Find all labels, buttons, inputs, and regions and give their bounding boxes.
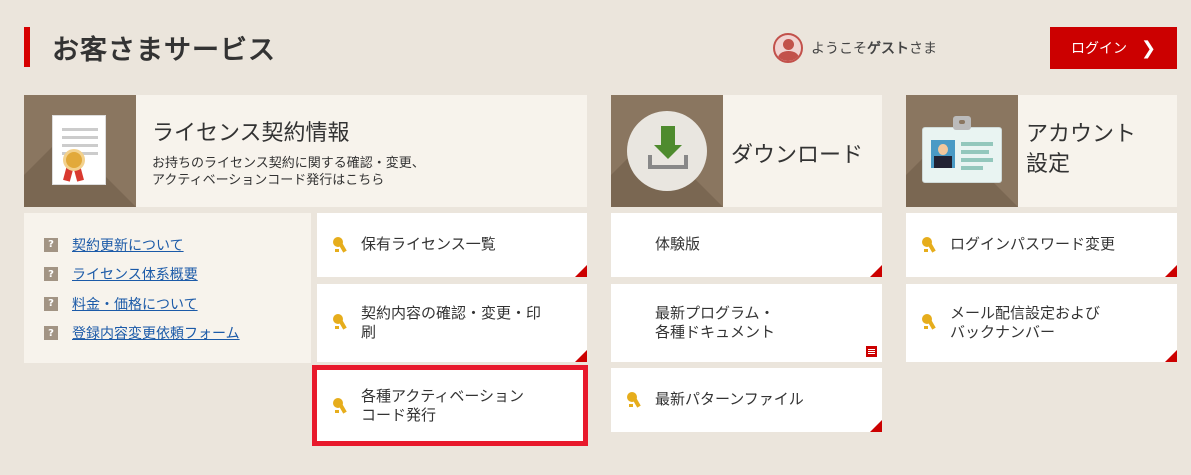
welcome-suffix: さま	[909, 41, 937, 57]
login-button-label: ログイン	[1070, 41, 1127, 57]
tile-contract-details[interactable]: 契約内容の確認・変更・印 刷	[317, 284, 587, 362]
corner-marker	[870, 265, 882, 277]
faq-item: ? 契約更新について	[44, 230, 240, 260]
account-title-line2: 設定	[1026, 152, 1071, 177]
tile-label: 契約内容の確認・変更・印 刷	[361, 304, 541, 342]
tile-label: 保有ライセンス一覧	[361, 235, 496, 253]
download-icon	[611, 95, 723, 207]
corner-marker	[1165, 350, 1177, 362]
key-icon	[922, 237, 938, 253]
page-title: お客さまサービス	[52, 35, 276, 66]
faq-item: ? ライセンス体系概要	[44, 260, 240, 290]
key-icon	[333, 314, 349, 330]
tile-label: 最新パターンファイル	[655, 390, 804, 408]
license-description: お持ちのライセンス契約に関する確認・変更、 アクティベーションコード発行はこちら	[152, 155, 425, 189]
tile-label-line1: 各種アクティベーション	[361, 387, 525, 405]
certificate-icon	[24, 95, 136, 207]
tile-label-line2: コード発行	[361, 406, 437, 424]
question-icon: ?	[44, 237, 58, 252]
license-desc-line2: アクティベーションコード発行はこちら	[152, 173, 385, 188]
corner-marker	[1165, 265, 1177, 277]
tile-label-line1: 最新プログラム・	[655, 304, 775, 322]
tile-label: ログインパスワード変更	[950, 235, 1116, 253]
tile-latest-program[interactable]: 最新プログラム・ 各種ドキュメント	[611, 284, 882, 362]
welcome-name: ゲスト	[867, 41, 909, 57]
tile-pattern-file[interactable]: 最新パターンファイル	[611, 368, 882, 432]
faq-item: ? 登録内容変更依頼フォーム	[44, 319, 240, 349]
license-faq-box: ? 契約更新について ? ライセンス体系概要 ? 料金・価格について ? 登録内容変更依…	[24, 213, 311, 363]
download-title: ダウンロード	[731, 143, 864, 168]
question-icon: ?	[44, 296, 58, 311]
welcome-message: ようこそ ゲスト さま	[773, 33, 937, 63]
account-title: アカウント 設定	[1026, 120, 1136, 180]
faq-link-pricing[interactable]: 料金・価格について	[72, 294, 198, 314]
login-button[interactable]: ログイン ❯	[1050, 27, 1177, 69]
download-panel-header: ダウンロード	[611, 95, 882, 207]
corner-marker	[575, 350, 587, 362]
license-title: ライセンス契約情報	[152, 121, 350, 146]
tile-label: メール配信設定および バックナンバー	[950, 304, 1100, 342]
tile-label-line1: メール配信設定および	[950, 304, 1101, 322]
tile-owned-licenses[interactable]: 保有ライセンス一覧	[317, 213, 587, 277]
tile-trial[interactable]: 体験版	[611, 213, 882, 277]
tile-mail-settings[interactable]: メール配信設定および バックナンバー	[906, 284, 1177, 362]
tile-label: 各種アクティベーション コード発行	[361, 387, 524, 425]
account-panel-header: アカウント 設定	[906, 95, 1177, 207]
faq-link-license-structure[interactable]: ライセンス体系概要	[72, 264, 198, 284]
tile-label-line2: バックナンバー	[950, 323, 1056, 341]
license-panel-header: ライセンス契約情報 お持ちのライセンス契約に関する確認・変更、 アクティベーショ…	[24, 95, 587, 207]
chevron-right-icon: ❯	[1140, 37, 1157, 59]
tile-change-password[interactable]: ログインパスワード変更	[906, 213, 1177, 277]
license-desc-line1: お持ちのライセンス契約に関する確認・変更、	[152, 156, 425, 171]
tile-label: 体験版	[655, 235, 701, 253]
faq-link-renewal[interactable]: 契約更新について	[72, 235, 184, 255]
faq-item: ? 料金・価格について	[44, 289, 240, 319]
corner-marker	[575, 265, 587, 277]
question-icon: ?	[44, 326, 58, 341]
corner-marker	[870, 420, 882, 432]
faq-link-change-request-form[interactable]: 登録内容変更依頼フォーム	[72, 323, 240, 343]
tile-label-line2: 各種ドキュメント	[655, 323, 776, 341]
user-avatar-icon	[773, 33, 803, 63]
id-card-icon	[906, 95, 1018, 207]
question-icon: ?	[44, 267, 58, 282]
account-title-line1: アカウント	[1026, 122, 1137, 147]
tile-label: 最新プログラム・ 各種ドキュメント	[655, 304, 775, 342]
title-accent-bar	[24, 27, 30, 67]
key-icon	[922, 314, 938, 330]
tile-label-line2: 刷	[361, 323, 377, 341]
welcome-prefix: ようこそ	[811, 41, 867, 57]
key-icon	[333, 237, 349, 253]
document-icon	[866, 346, 877, 357]
customer-service-page: お客さまサービス ようこそ ゲスト さま ログイン ❯ ライセンス契約情報 お持ちの…	[0, 0, 1191, 475]
tile-label-line1: 契約内容の確認・変更・印	[361, 304, 542, 322]
key-icon	[333, 398, 349, 414]
tile-activation-code[interactable]: 各種アクティベーション コード発行	[317, 370, 583, 441]
key-icon	[627, 392, 643, 408]
